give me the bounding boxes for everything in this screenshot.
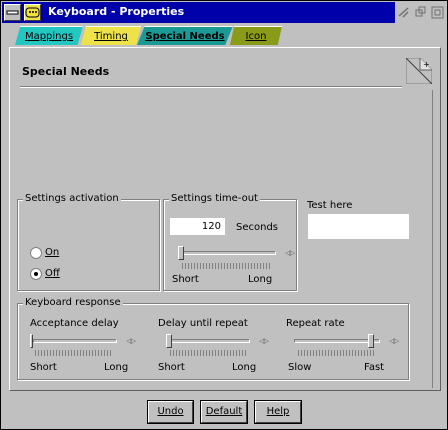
tab-timing-label: Timing [94,31,128,42]
undo-button[interactable]: Undo [147,400,194,424]
delay-until-repeat-slider[interactable]: ◁▷ [160,334,269,348]
delay-until-repeat-max-label: Long [232,362,257,373]
acceptance-delay-max-label: Long [104,362,129,373]
repeat-rate-min-label: Slow [288,362,312,373]
delay-until-repeat-thumb[interactable] [166,334,172,348]
timeout-slider-thumb[interactable] [178,246,184,260]
acceptance-delay-min-label: Short [30,362,57,373]
undo-button-label: Undo [157,406,184,417]
repeat-rate-thumb[interactable] [368,334,374,348]
page-title-divider [20,86,402,88]
timeout-slider-track [178,251,276,255]
timeout-seconds-field[interactable]: 120 [170,218,225,235]
delay-until-repeat-track [166,339,250,343]
keyboard-icon [25,7,40,18]
restore-icon [415,6,426,17]
timeout-unit-label: Seconds [236,222,279,233]
acceptance-delay-slider[interactable]: ◁▷ [27,334,136,348]
settings-activation-label: Settings activation [23,193,121,204]
tab-mappings-label: Mappings [24,31,74,42]
tab-icon[interactable]: Icon [230,26,282,45]
settings-timeout-label: Settings time-out [169,193,260,204]
on-label-text: On [45,247,60,258]
repeat-rate-label: Repeat rate [286,318,345,329]
off-radio-label: Off [45,268,60,279]
repeat-rate-slider[interactable]: ◁▷ [288,334,399,348]
on-radio-label: On [45,247,59,258]
window-title: Keyboard - Properties [48,5,185,18]
system-menu-button[interactable] [4,4,21,21]
delay-until-repeat-arrows-icon[interactable]: ◁▷ [259,337,269,345]
tab-special-needs-label: Special Needs [145,31,225,42]
minimize-button[interactable] [396,5,411,20]
acceptance-delay-ticks [35,350,111,356]
tab-timing[interactable]: Timing [81,26,141,45]
tab-special-needs[interactable]: Special Needs [137,26,233,45]
test-here-label: Test here [307,200,353,211]
default-button-label: Default [205,406,243,417]
help-button[interactable]: Help [254,400,302,424]
restore-button[interactable] [413,5,428,20]
settings-activation-group: Settings activation On Off [17,193,160,291]
title-bar[interactable]: Keyboard - Properties [2,2,446,23]
timeout-slider[interactable]: ◁▷ [172,246,295,260]
minimize-icon [398,7,409,18]
timeout-short-label: Short [172,274,199,285]
keyboard-response-label: Keyboard response [23,297,123,308]
help-button-label: Help [266,406,290,417]
repeat-rate-max-label: Fast [364,362,385,373]
delay-until-repeat-ticks [170,350,246,356]
keyboard-response-group: Keyboard response Acceptance delay ◁▷ Sh… [17,297,409,380]
delay-until-repeat-label: Delay until repeat [158,318,248,329]
acceptance-delay-thumb[interactable] [30,334,33,348]
delay-until-repeat-min-label: Short [158,362,185,373]
tab-mappings[interactable]: Mappings [15,26,83,45]
properties-window: Keyboard - Properties Mappings Timing Ic… [0,0,448,430]
timeout-long-label: Long [248,274,273,285]
repeat-rate-ticks [298,350,374,356]
maximize-button[interactable] [430,5,445,20]
settings-timeout-group: Settings time-out 120 Seconds ◁▷ Short L… [163,193,297,291]
tab-strip: Mappings Timing Icon Special Needs [9,25,441,47]
keyboard-app-button[interactable] [24,4,41,21]
tab-page: Special Needs + Settings activation On O… [9,47,441,391]
svg-text:+: + [423,60,430,69]
on-radio[interactable] [30,247,42,259]
tab-icon-label: Icon [245,31,267,42]
off-label-text: Off [45,268,60,279]
off-radio[interactable] [30,268,42,280]
acceptance-delay-label: Acceptance delay [30,318,119,329]
acceptance-delay-track [33,339,117,343]
timeout-slider-arrows-icon[interactable]: ◁▷ [285,249,295,257]
window-controls [395,2,446,23]
page-turn-icon[interactable]: + [406,58,432,84]
page-title: Special Needs [22,65,110,78]
test-here-field[interactable] [308,214,409,239]
default-button[interactable]: Default [200,400,248,424]
repeat-rate-arrows-icon[interactable]: ◁▷ [389,337,399,345]
timeout-slider-ticks [182,263,270,269]
system-menu-icon [6,10,19,15]
page-edge-line [432,90,433,388]
maximize-icon [431,6,444,19]
acceptance-delay-arrows-icon[interactable]: ◁▷ [126,337,136,345]
